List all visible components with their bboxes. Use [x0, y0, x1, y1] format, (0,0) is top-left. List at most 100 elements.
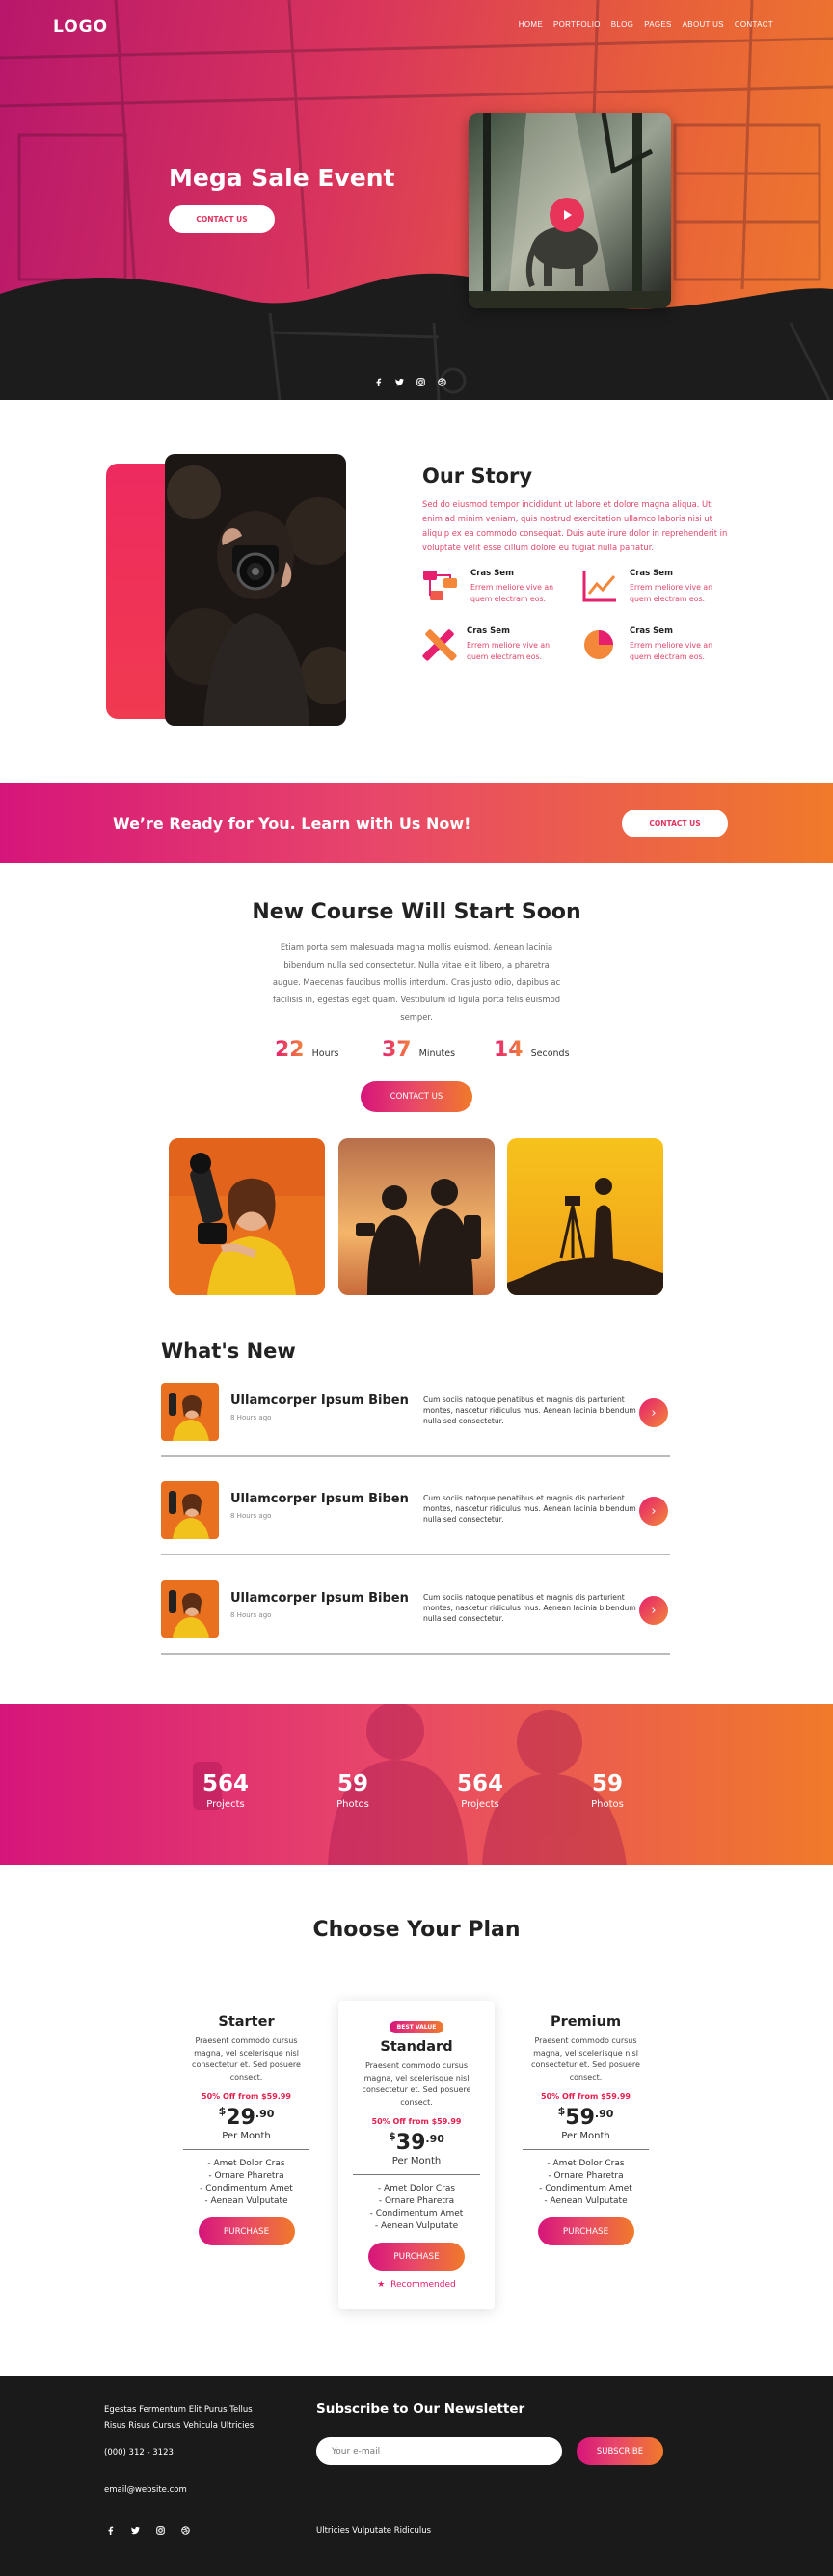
plan-feature: - Aenean Vulputate: [204, 2196, 288, 2206]
news-item: Ullamcorper Ipsum Biben 8 Hours ago Cum …: [161, 1481, 670, 1578]
course-text: Etiam porta sem malesuada magna mollis e…: [272, 943, 561, 1022]
subscribe-button[interactable]: SUBSCRIBE: [577, 2437, 663, 2465]
cta-contact-button[interactable]: CONTACT US: [622, 810, 728, 837]
footer-address: Egestas Fermentum Elit Purus Tellus Risu…: [104, 2405, 255, 2430]
instagram-icon[interactable]: [416, 378, 425, 386]
pie-chart-icon: [584, 630, 613, 659]
newsletter-email-input[interactable]: [316, 2437, 562, 2465]
countdown-unit: Minutes: [418, 1049, 456, 1059]
feature-title: Cras Sem: [467, 626, 510, 636]
feature-desc: Errem meliore vive an quem electram eos.: [630, 583, 713, 603]
nav-home[interactable]: HOME: [519, 20, 543, 29]
stat-label: Projects: [461, 1799, 499, 1810]
story-text: Sed do eiusmod tempor incididunt ut labo…: [422, 499, 728, 552]
countdown-value: 14: [494, 1038, 524, 1062]
plan-offer: 50% Off from $59.99: [541, 2092, 631, 2101]
play-button[interactable]: [550, 198, 584, 232]
twitter-icon[interactable]: [131, 2526, 140, 2535]
divider: [161, 1554, 670, 1555]
tools-icon: [422, 629, 457, 661]
plan-feature: - Ornare Pharetra: [548, 2171, 624, 2181]
footer-phone[interactable]: (000) 312 - 3123: [104, 2448, 174, 2457]
footer-tagline: Ultricies Vulputate Ridiculus: [316, 2526, 432, 2536]
gallery-image-silhouettes: [338, 1138, 495, 1295]
plan-offer: 50% Off from $59.99: [371, 2117, 462, 2126]
nav-contact[interactable]: CONTACT: [735, 20, 773, 29]
news-arrow-button[interactable]: ›: [639, 1497, 668, 1526]
story-title: Our Story: [422, 465, 533, 488]
stat-value: 59: [591, 1771, 623, 1796]
instagram-icon[interactable]: [156, 2526, 165, 2535]
news-title[interactable]: Ullamcorper Ipsum Biben: [230, 1394, 409, 1408]
stat-label: Photos: [591, 1799, 624, 1810]
footer-social-links: [106, 2526, 190, 2535]
nav-pages[interactable]: PAGES: [644, 20, 671, 29]
countdown-hours: 22 Hours: [275, 1038, 338, 1062]
countdown-minutes: 37 Minutes: [382, 1038, 455, 1062]
dribbble-icon[interactable]: [438, 378, 446, 386]
nav-blog[interactable]: BLOG: [611, 20, 633, 29]
stat-label: Projects: [206, 1799, 245, 1810]
stat-label: Photos: [336, 1799, 369, 1810]
news-excerpt: Cum sociis natoque penatibus et magnis d…: [423, 1593, 636, 1623]
line-chart-icon: [582, 571, 616, 602]
purchase-button[interactable]: PURCHASE: [198, 2217, 295, 2245]
plan-period: Per Month: [391, 2156, 442, 2166]
plan-desc: Praesent commodo cursus magna, vel scele…: [362, 2061, 471, 2107]
nav-about-us[interactable]: ABOUT US: [683, 20, 724, 29]
news-arrow-button[interactable]: ›: [639, 1596, 668, 1625]
plan-feature: - Amet Dolor Cras: [377, 2184, 456, 2193]
plan-feature: - Condimentum Amet: [200, 2184, 293, 2193]
facebook-icon[interactable]: [374, 378, 383, 386]
plan-feature: - Amet Dolor Cras: [207, 2159, 285, 2168]
news-arrow-button[interactable]: ›: [639, 1398, 668, 1427]
dribbble-icon[interactable]: [181, 2526, 190, 2535]
divider: [353, 2174, 480, 2175]
plan-starter: Starter Praesent commodo cursus magna, v…: [183, 2014, 309, 2245]
feature-title: Cras Sem: [470, 569, 514, 578]
stat-item: 564 Projects: [177, 1771, 274, 1810]
whats-new-title: What's New: [161, 1340, 296, 1363]
hero-social-links: [374, 378, 446, 386]
purchase-button[interactable]: PURCHASE: [368, 2243, 465, 2271]
stats-band: [0, 1704, 833, 1865]
plan-feature: - Ornare Pharetra: [378, 2196, 455, 2206]
plan-name: Starter: [218, 2014, 275, 2030]
facebook-icon[interactable]: [106, 2526, 115, 2535]
course-title: New Course Will Start Soon: [252, 900, 581, 924]
logo[interactable]: LOGO: [53, 17, 108, 37]
gallery-image-tripod: [507, 1138, 663, 1295]
plan-price: $39.90: [389, 2130, 444, 2155]
plan-name: Premium: [550, 2014, 622, 2030]
news-date: 8 Hours ago: [230, 1414, 272, 1421]
silhouettes-background: [193, 1704, 627, 1865]
news-date: 8 Hours ago: [230, 1512, 272, 1520]
course-contact-button[interactable]: CONTACT US: [361, 1081, 472, 1112]
divider: [183, 2149, 309, 2150]
plan-feature: - Aenean Vulputate: [544, 2196, 628, 2206]
main-nav: HOME PORTFOLIO BLOG PAGES ABOUT US CONTA…: [519, 20, 773, 29]
divider: [523, 2149, 649, 2150]
recommended-label: ★ Recommended: [377, 2280, 456, 2290]
gallery-image-photographer: [169, 1138, 325, 1295]
plan-offer: 50% Off from $59.99: [202, 2092, 291, 2101]
news-item: Ullamcorper Ipsum Biben 8 Hours ago Cum …: [161, 1383, 670, 1479]
feature-item: Cras Sem Errem meliore vive an quem elec…: [581, 569, 736, 607]
nav-portfolio[interactable]: PORTFOLIO: [553, 20, 601, 29]
twitter-icon[interactable]: [395, 378, 404, 386]
chevron-right-icon: ›: [651, 1503, 657, 1519]
plan-feature: - Condimentum Amet: [539, 2184, 632, 2193]
stat-item: 59 Photos: [305, 1771, 401, 1810]
purchase-button[interactable]: PURCHASE: [537, 2217, 634, 2245]
stat-item: 59 Photos: [559, 1771, 656, 1810]
news-title[interactable]: Ullamcorper Ipsum Biben: [230, 1591, 409, 1606]
plan-period: Per Month: [222, 2131, 271, 2141]
news-title[interactable]: Ullamcorper Ipsum Biben: [230, 1492, 409, 1506]
news-thumbnail: [161, 1580, 219, 1638]
hero-contact-button[interactable]: CONTACT US: [169, 205, 275, 233]
footer-email[interactable]: email@website.com: [104, 2485, 187, 2495]
countdown-unit: Hours: [311, 1049, 339, 1059]
countdown-value: 22: [275, 1038, 305, 1062]
plan-feature: - Ornare Pharetra: [208, 2171, 284, 2181]
feature-title: Cras Sem: [630, 626, 673, 636]
